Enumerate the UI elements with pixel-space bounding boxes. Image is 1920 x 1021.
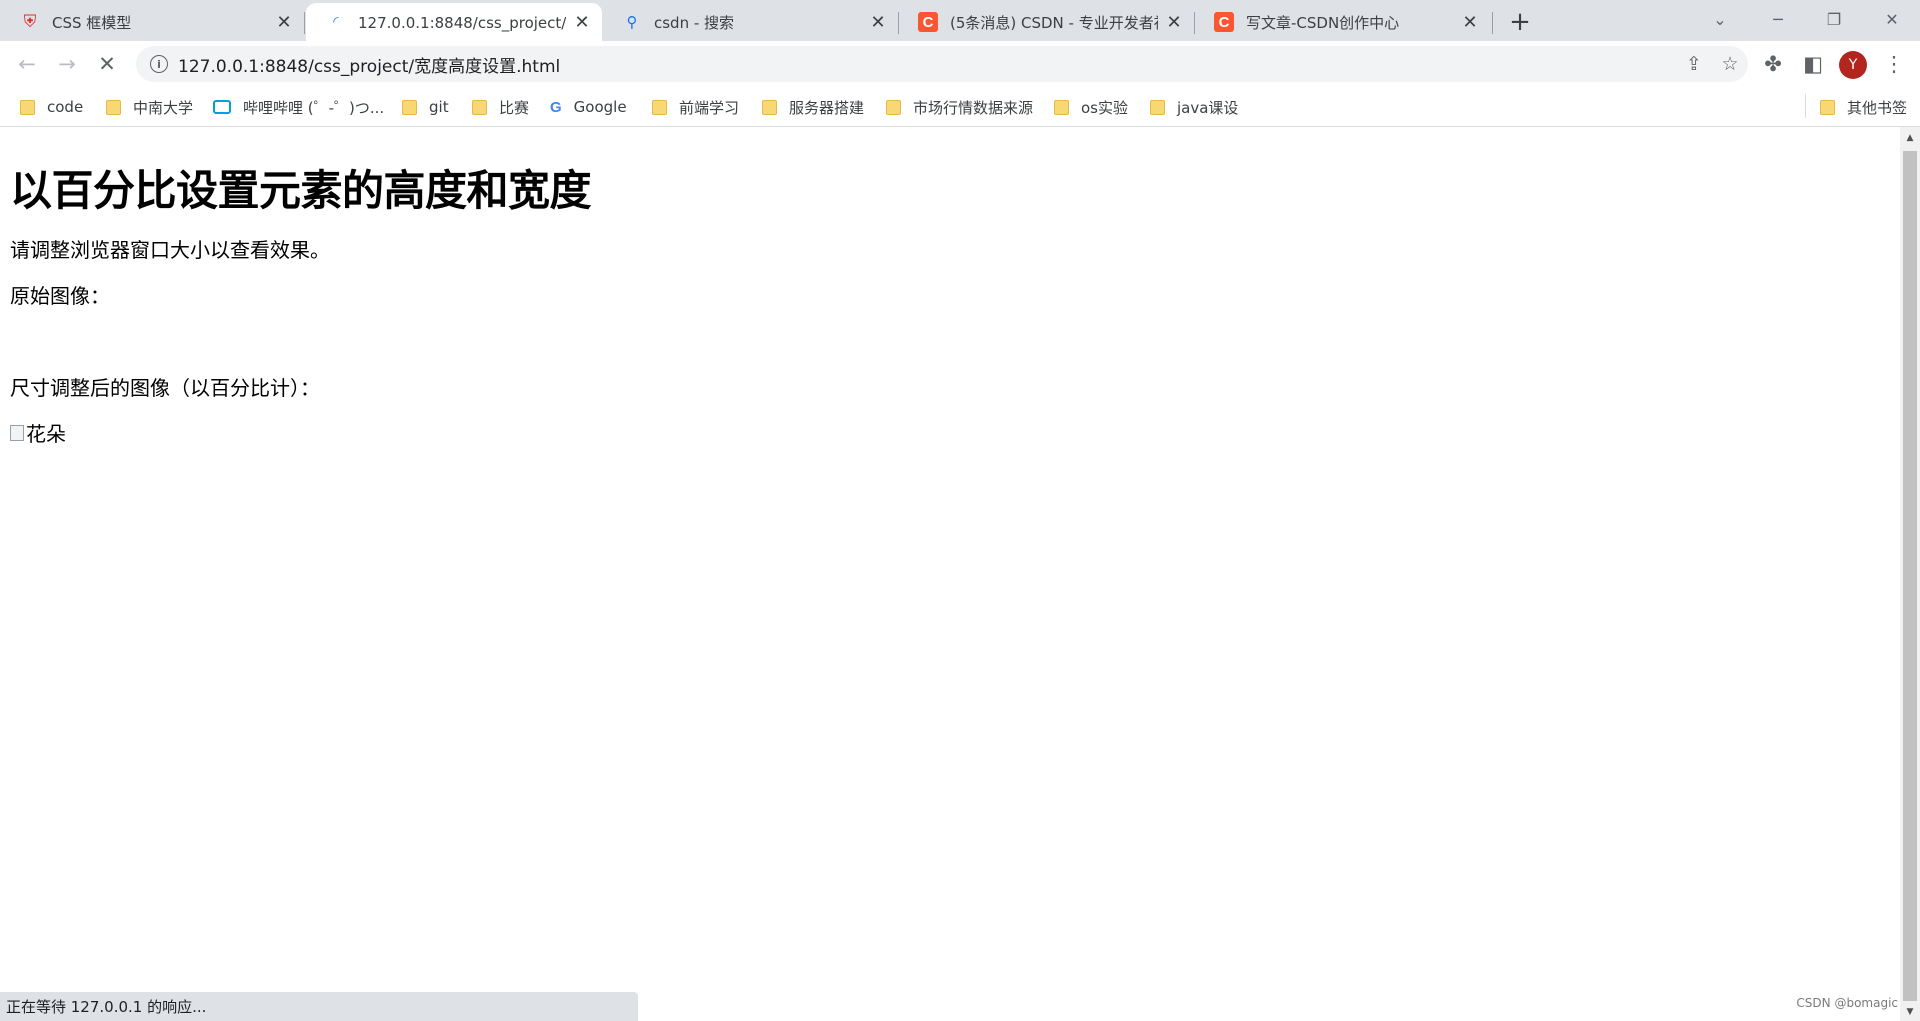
bilibili-icon [213,100,231,114]
forward-button[interactable]: → [50,47,84,81]
vertical-scrollbar[interactable]: ▲ ▼ [1900,127,1920,1021]
tab-divider [1492,12,1493,34]
bookmark-label: 其他书签 [1847,98,1908,117]
close-icon[interactable]: ✕ [572,12,592,33]
folder-icon [106,99,121,115]
bookmark-server[interactable]: 服务器搭建 [762,96,864,118]
site-info-icon[interactable]: i [150,55,168,73]
bookmark-label: os实验 [1081,98,1128,117]
close-icon[interactable]: ✕ [1164,12,1184,33]
resized-image-label: 尺寸调整后的图像（以百分比计）： [10,376,320,400]
bookmark-label: 中南大学 [133,98,194,117]
folder-icon [472,99,487,115]
folder-icon [1820,99,1835,115]
bookmark-git[interactable]: git [402,96,449,118]
bookmark-frontend[interactable]: 前端学习 [652,96,739,118]
csdn-icon: C [918,12,938,32]
close-icon[interactable]: ✕ [274,12,294,33]
bookmark-competition[interactable]: 比赛 [472,96,529,118]
extensions-icon[interactable]: ✤ [1756,47,1790,81]
search-icon: ⚲ [626,13,638,31]
share-icon[interactable]: ⇪ [1676,53,1712,75]
stop-loading-button[interactable]: ✕ [90,47,124,81]
folder-icon [886,99,901,115]
new-tab-button[interactable]: + [1504,6,1536,38]
bookmark-star-icon[interactable]: ☆ [1712,53,1748,75]
bookmark-label: 市场行情数据来源 [913,98,1034,117]
tab-title: 写文章-CSDN创作中心 [1246,13,1400,32]
loading-icon: ◜ [333,14,339,30]
folder-icon [652,99,667,115]
instruction-text: 请调整浏览器窗口大小以查看效果。 [10,238,330,262]
bookmark-market-data[interactable]: 市场行情数据来源 [886,96,1033,118]
page-heading: 以百分比设置元素的高度和宽度 [10,166,592,215]
tab-title: 127.0.0.1:8848/css_project/宽度 [358,13,566,32]
tab-css-box-model[interactable]: ⛨ CSS 框模型 ✕ [0,3,304,41]
bookmark-label: git [429,98,449,116]
scroll-up-arrow-icon[interactable]: ▲ [1900,129,1920,147]
bookmark-os-lab[interactable]: os实验 [1054,96,1128,118]
page-content: 以百分比设置元素的高度和宽度 请调整浏览器窗口大小以查看效果。 原始图像： 尺寸… [0,127,1900,1021]
scrollbar-thumb[interactable] [1903,151,1917,1001]
bookmark-label: 前端学习 [679,98,740,117]
folder-icon [1150,99,1165,115]
side-panel-icon[interactable]: ◧ [1796,47,1830,81]
bookmark-label: java课设 [1177,98,1239,117]
bookmark-csu[interactable]: 中南大学 [106,96,193,118]
restore-button[interactable]: ❐ [1806,0,1862,38]
shield-icon: ⛨ [23,12,37,32]
tab-strip: ⛨ CSS 框模型 ✕ ◜ 127.0.0.1:8848/css_project… [0,0,1920,41]
broken-image: 花朵 [10,418,66,447]
csdn-icon: C [1214,12,1234,32]
bookmark-label: code [47,98,84,116]
bookmark-label: Google [573,98,627,116]
toolbar: ← → ✕ i 127.0.0.1:8848/css_project/宽度高度设… [0,41,1920,88]
minimize-button[interactable]: ─ [1750,0,1806,38]
tab-search-button[interactable]: ⌄ [1692,0,1748,38]
status-bubble: 正在等待 127.0.0.1 的响应... [0,992,638,1021]
bookmarks-bar: code 中南大学 哔哩哔哩 (゜-゜)つ... git 比赛 G Google… [0,88,1920,127]
tab-csdn-community[interactable]: C (5条消息) CSDN - 专业开发者社区 ✕ [898,3,1194,41]
back-button[interactable]: ← [10,47,44,81]
scroll-down-arrow-icon[interactable]: ▼ [1900,1003,1920,1021]
original-image-label: 原始图像： [10,284,110,308]
bookmark-code[interactable]: code [20,96,83,118]
tab-title: (5条消息) CSDN - 专业开发者社区 [950,13,1158,32]
url-text[interactable]: 127.0.0.1:8848/css_project/宽度高度设置.html [178,52,1676,77]
address-bar[interactable]: i 127.0.0.1:8848/css_project/宽度高度设置.html… [136,46,1748,82]
google-icon: G [550,98,562,116]
close-icon[interactable]: ✕ [1460,12,1480,33]
bookmark-label: 服务器搭建 [789,98,865,117]
profile-avatar[interactable]: Y [1839,51,1867,79]
tab-current-page[interactable]: ◜ 127.0.0.1:8848/css_project/宽度 ✕ [306,3,602,41]
bookmark-google[interactable]: G Google [550,96,627,118]
bookmark-java[interactable]: java课设 [1150,96,1238,118]
tab-csdn-search[interactable]: ⚲ csdn - 搜索 ✕ [602,3,898,41]
bookmark-label: 比赛 [499,98,530,117]
broken-image-icon [10,424,24,441]
close-window-button[interactable]: ✕ [1864,0,1920,38]
folder-icon [20,99,35,115]
folder-icon [402,99,417,115]
close-icon[interactable]: ✕ [868,12,888,33]
menu-kebab-icon[interactable]: ⋮ [1877,47,1911,81]
folder-icon [1054,99,1069,115]
tab-divider [304,12,305,34]
tab-title: csdn - 搜索 [654,13,735,32]
watermark: CSDN @bomagic [1796,996,1898,1010]
bookmark-label: 哔哩哔哩 (゜-゜)つ... [243,98,385,117]
folder-icon [762,99,777,115]
bookmarks-divider [1805,94,1806,118]
tab-title: CSS 框模型 [52,13,132,32]
tab-csdn-write[interactable]: C 写文章-CSDN创作中心 ✕ [1194,3,1490,41]
bookmark-other[interactable]: 其他书签 [1820,96,1907,118]
bookmark-bilibili[interactable]: 哔哩哔哩 (゜-゜)つ... [213,96,384,118]
image-alt-text: 花朵 [26,422,66,446]
